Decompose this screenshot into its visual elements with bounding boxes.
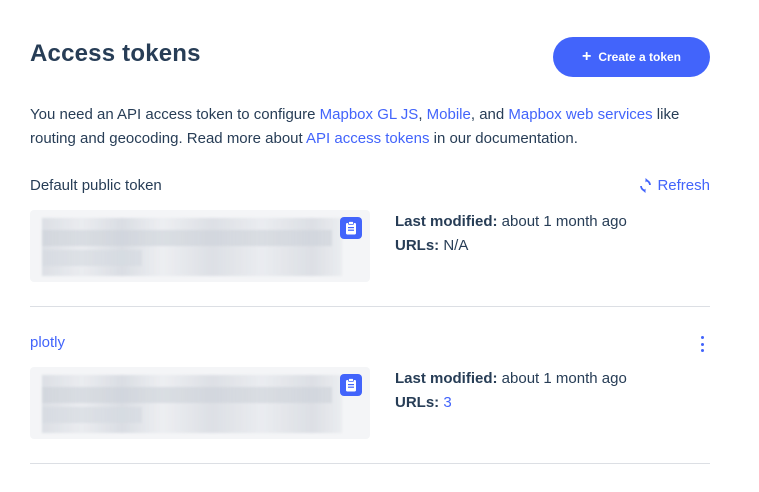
last-modified-label: Last modified: xyxy=(395,370,498,387)
create-token-button[interactable]: + Create a token xyxy=(553,37,710,77)
urls-row: URLs: 3 xyxy=(395,391,627,415)
intro-text-part: , xyxy=(418,106,427,123)
urls-row: URLs: N/A xyxy=(395,234,627,258)
mobile-link[interactable]: Mobile xyxy=(427,106,471,123)
create-token-label: Create a token xyxy=(598,50,682,64)
clipboard-icon xyxy=(346,221,356,235)
intro-text: You need an API access token to configur… xyxy=(30,103,710,151)
plus-icon: + xyxy=(581,48,592,65)
copy-default-token-button[interactable] xyxy=(340,217,362,239)
plotly-token-meta: Last modified: about 1 month ago URLs: 3 xyxy=(395,367,627,415)
urls-label: URLs: xyxy=(395,237,440,254)
intro-text-part: You need an API access token to configur… xyxy=(30,106,320,123)
access-tokens-page: Access tokens + Create a token You need … xyxy=(0,0,759,492)
refresh-icon xyxy=(640,178,652,193)
divider xyxy=(30,306,710,307)
last-modified-value: about 1 month ago xyxy=(497,370,627,387)
plotly-token-value[interactable] xyxy=(30,367,370,439)
default-token-label: Default public token xyxy=(30,177,162,194)
last-modified-label: Last modified: xyxy=(395,213,498,230)
last-modified-value: about 1 month ago xyxy=(497,213,627,230)
clipboard-icon xyxy=(346,378,356,392)
last-modified-row: Last modified: about 1 month ago xyxy=(395,367,627,391)
urls-value: N/A xyxy=(439,237,469,254)
api-access-tokens-link[interactable]: API access tokens xyxy=(306,130,429,147)
page-title: Access tokens xyxy=(30,40,201,67)
redacted-token xyxy=(42,218,342,276)
default-token-value[interactable] xyxy=(30,210,370,282)
mapbox-web-services-link[interactable]: Mapbox web services xyxy=(508,106,652,123)
refresh-button[interactable]: Refresh xyxy=(639,177,710,194)
default-token-meta: Last modified: about 1 month ago URLs: N… xyxy=(395,210,627,258)
last-modified-row: Last modified: about 1 month ago xyxy=(395,210,627,234)
intro-text-part: in our documentation. xyxy=(429,130,578,147)
token-name-plotly[interactable]: plotly xyxy=(30,334,65,351)
redacted-token xyxy=(42,375,342,433)
divider xyxy=(30,463,710,464)
kebab-menu-icon[interactable] xyxy=(697,336,707,352)
copy-plotly-token-button[interactable] xyxy=(340,374,362,396)
refresh-label: Refresh xyxy=(657,177,710,194)
intro-text-part: , and xyxy=(470,106,509,123)
mapbox-gl-js-link[interactable]: Mapbox GL JS xyxy=(320,106,419,123)
urls-label: URLs: xyxy=(395,394,440,411)
urls-count-link[interactable]: 3 xyxy=(443,394,451,411)
